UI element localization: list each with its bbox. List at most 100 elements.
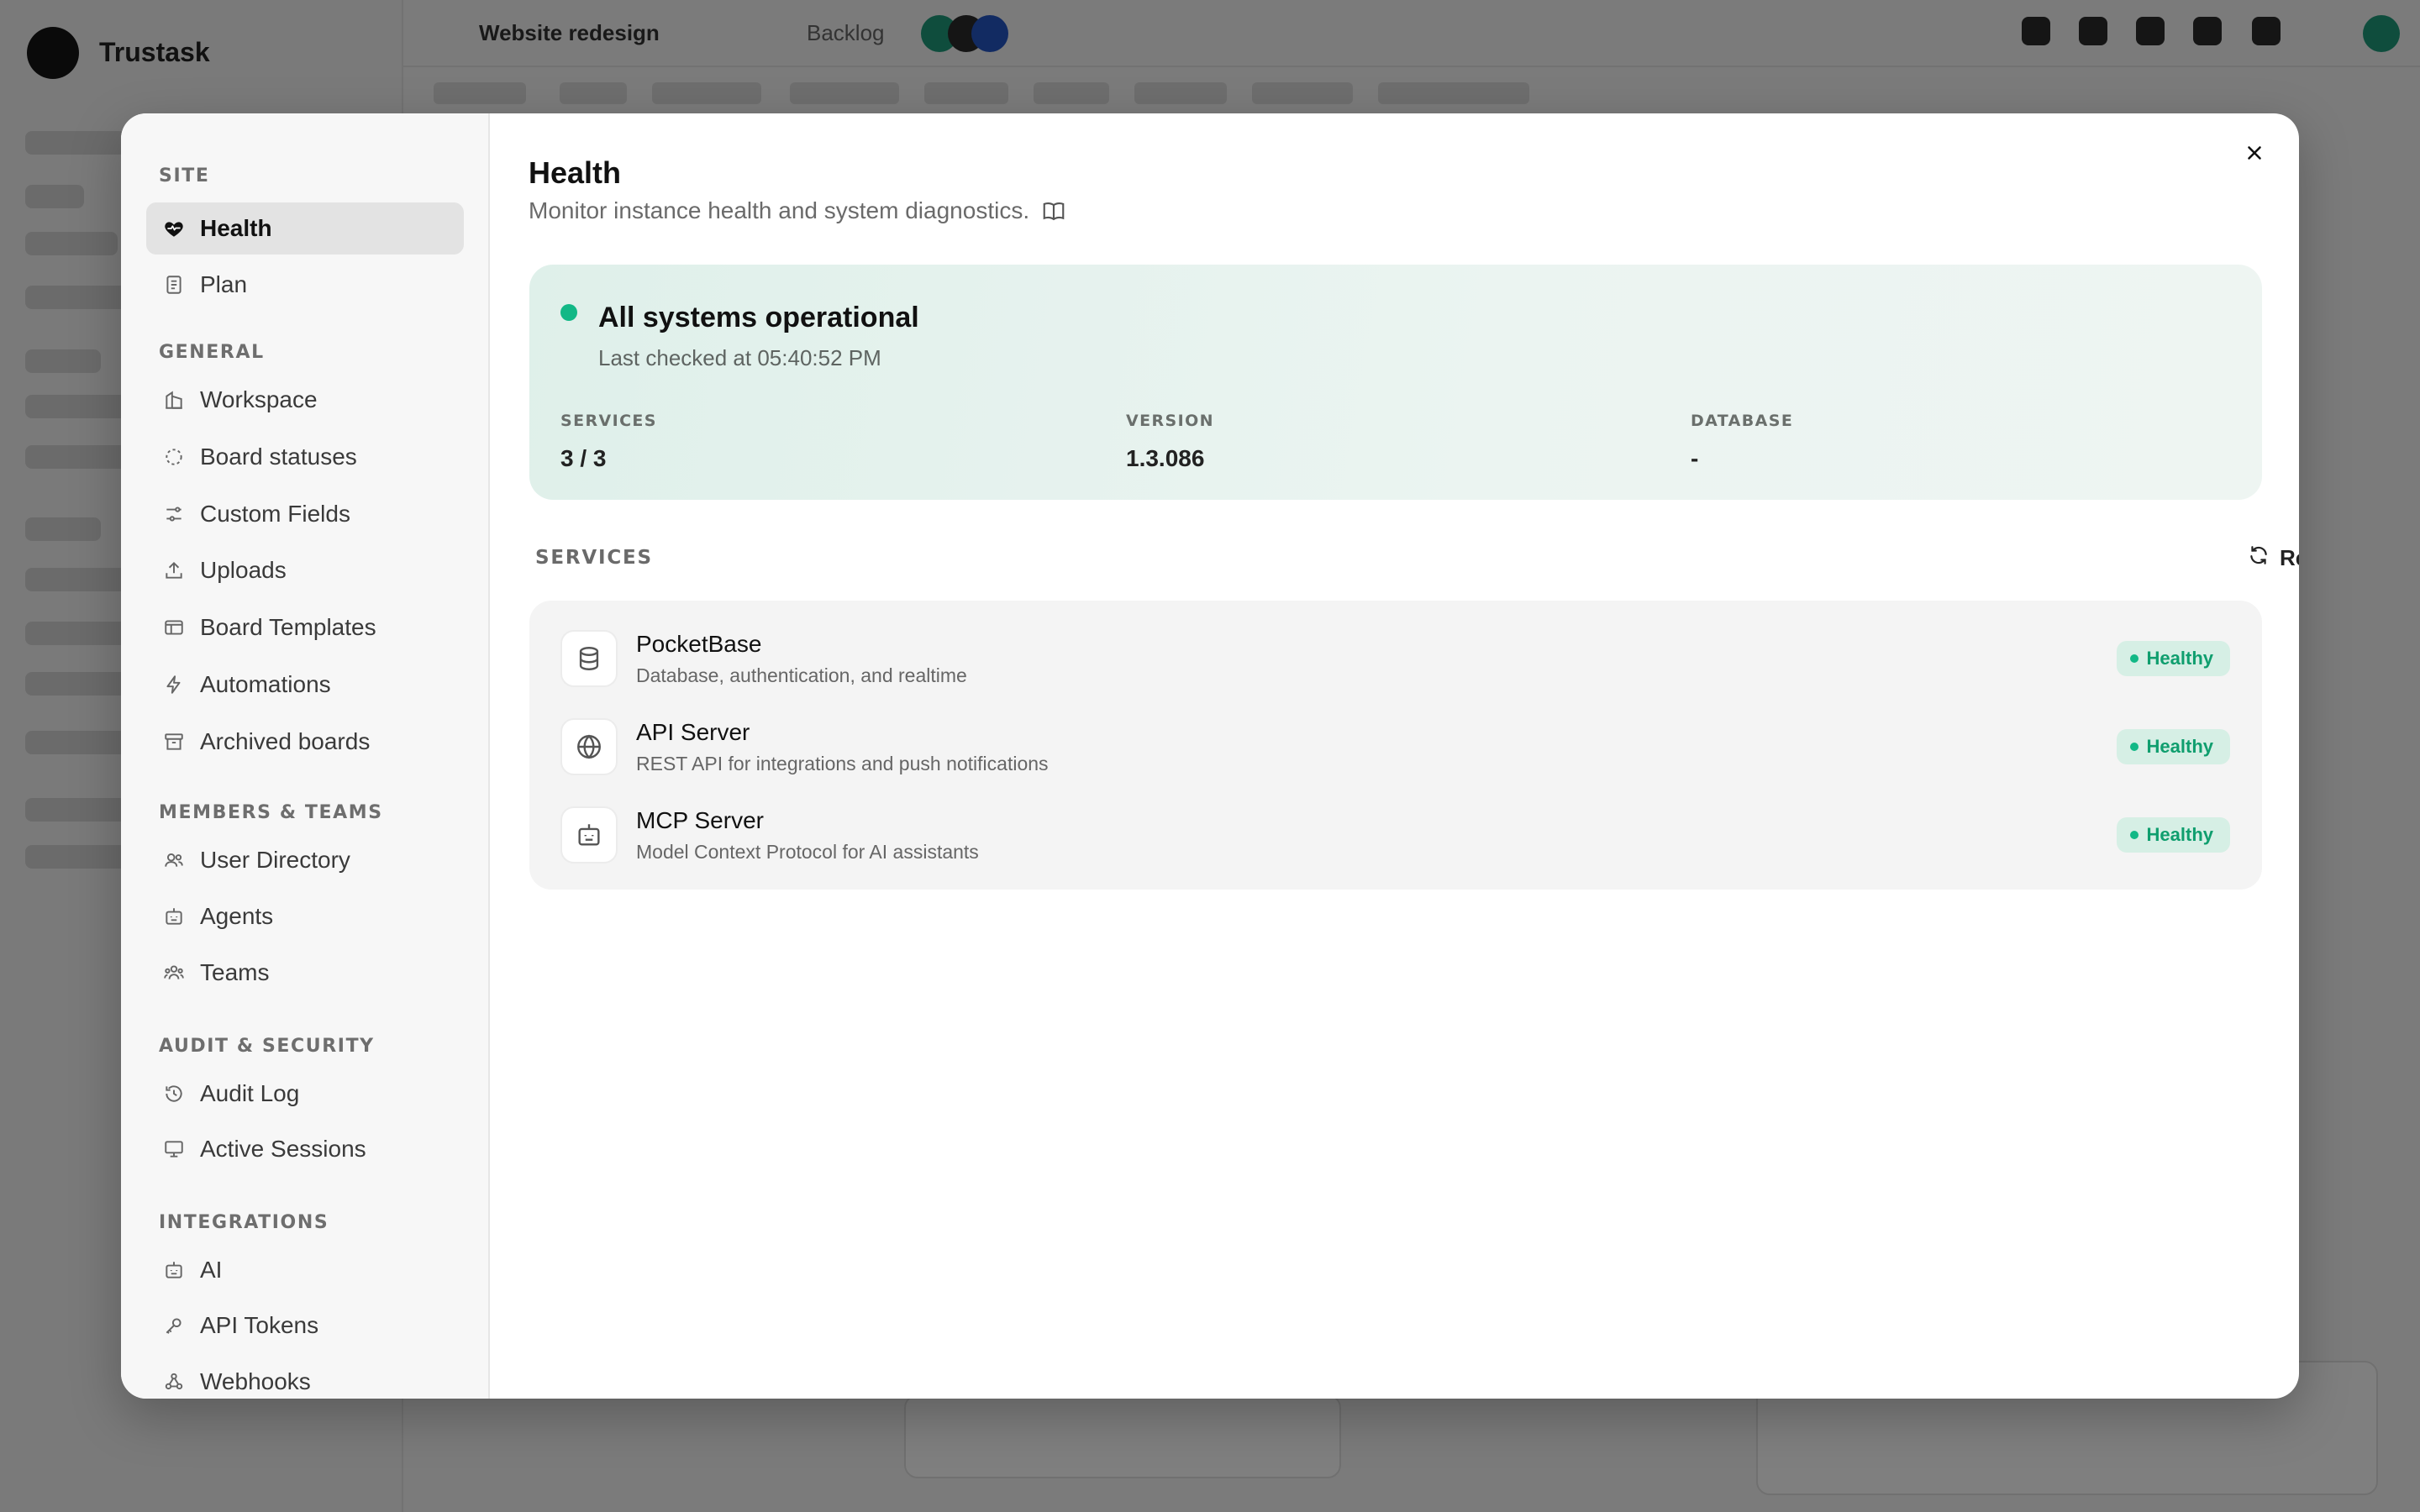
upload-icon [161,558,187,583]
last-checked: Last checked at 05:40:52 PM [598,345,881,370]
robot-icon [560,806,618,864]
database-icon [560,630,618,687]
status-badge: Healthy [2116,641,2230,676]
team-icon [161,960,187,985]
close-button[interactable] [2233,134,2275,176]
nav-item-board-templates[interactable]: Board Templates [146,601,464,654]
refresh-icon [2248,544,2270,572]
nav-item-workspace[interactable]: Workspace [146,374,464,426]
service-description: Database, authentication, and realtime [636,664,967,686]
nav-item-label: API Tokens [200,1312,319,1338]
nav-item-label: Audit Log [200,1080,300,1106]
nav-item-label: AI [200,1257,223,1283]
nav-item-agents[interactable]: Agents [146,890,464,942]
sliders-icon [161,501,187,527]
nav-item-archived-boards[interactable]: Archived boards [146,716,464,768]
nav-item-active-sessions[interactable]: Active Sessions [146,1123,464,1175]
nav-item-label: Health [200,215,272,241]
service-name: API Server [636,719,750,745]
services-heading: SERVICES [535,547,653,569]
nav-item-ai[interactable]: AI [146,1244,464,1296]
nav-item-label: Plan [200,271,248,297]
nav-section-members-teams: MEMBERS & TEAMS [159,802,383,823]
service-name: PocketBase [636,631,762,657]
globe-icon [560,718,618,775]
nav-item-label: User Directory [200,847,350,873]
nav-item-health[interactable]: Health [146,202,464,255]
robot-icon [161,1257,187,1283]
settings-sidebar: SITE Health Plan GENERAL Workspace Board… [121,113,490,1399]
nav-item-plan[interactable]: Plan [146,259,464,311]
stat-value: 1.3.086 [1126,445,1205,471]
settings-modal: SITE Health Plan GENERAL Workspace Board… [121,113,2299,1399]
nav-item-label: Webhooks [200,1368,311,1394]
page-title: Health [529,155,622,190]
nav-section-site: SITE [159,165,210,186]
status-badge-label: Healthy [2146,648,2213,669]
service-description: REST API for integrations and push notif… [636,753,1049,774]
history-icon [161,1081,187,1106]
nav-item-label: Agents [200,903,274,929]
service-row-mcp-server: MCP Server Model Context Protocol for AI… [529,794,2262,878]
nav-item-teams[interactable]: Teams [146,947,464,999]
status-badge-label: Healthy [2146,736,2213,757]
stat-value: - [1691,445,1699,471]
nav-item-label: Custom Fields [200,501,350,527]
heart-icon [161,216,187,241]
settings-content: Health Monitor instance health and syste… [492,113,2299,1399]
status-indicator [560,304,577,321]
page-description: Monitor instance health and system diagn… [529,197,1066,224]
monitor-icon [161,1137,187,1162]
nav-item-custom-fields[interactable]: Custom Fields [146,488,464,540]
nav-item-label: Archived boards [200,728,371,754]
book-icon[interactable] [1041,198,1066,223]
status-dot-icon [2129,743,2139,751]
status-badge-label: Healthy [2146,824,2213,845]
nav-item-audit-log[interactable]: Audit Log [146,1068,464,1120]
dashed-circle-icon [161,444,187,470]
status-badge: Healthy [2116,817,2230,853]
nav-item-label: Teams [200,959,270,985]
page-description-text: Monitor instance health and system diagn… [529,197,1030,223]
status-dot-icon [2129,654,2139,663]
stat-services: SERVICES 3 / 3 [560,412,657,472]
close-icon [2244,142,2265,168]
nav-section-general: GENERAL [159,342,265,363]
nav-item-webhooks[interactable]: Webhooks [146,1356,464,1399]
stat-label: SERVICES [560,412,657,430]
nav-item-label: Board statuses [200,444,357,470]
nav-section-integrations: INTEGRATIONS [159,1212,329,1233]
receipt-icon [161,272,187,297]
refresh-label: Refresh [2280,544,2299,570]
services-list: PocketBase Database, authentication, and… [529,601,2262,890]
stat-label: DATABASE [1691,412,1794,430]
nav-item-automations[interactable]: Automations [146,659,464,711]
stat-database: DATABASE - [1691,412,1793,472]
webhook-icon [161,1369,187,1394]
nav-item-user-directory[interactable]: User Directory [146,834,464,886]
status-title: All systems operational [598,302,919,333]
service-row-pocketbase: PocketBase Database, authentication, and… [529,617,2262,701]
lightning-icon [161,672,187,697]
building-icon [161,387,187,412]
template-icon [161,615,187,640]
nav-item-label: Uploads [200,557,287,583]
nav-item-label: Board Templates [200,614,376,640]
stat-version: VERSION 1.3.086 [1126,412,1214,472]
nav-item-label: Automations [200,671,331,697]
nav-item-label: Workspace [200,386,318,412]
service-row-api-server: API Server REST API for integrations and… [529,706,2262,790]
key-icon [161,1313,187,1338]
refresh-button[interactable]: Refresh [2248,533,2299,582]
stat-label: VERSION [1126,412,1214,430]
nav-item-uploads[interactable]: Uploads [146,544,464,596]
stat-value: 3 / 3 [560,445,607,471]
nav-section-audit-security: AUDIT & SECURITY [159,1036,375,1057]
nav-item-board-statuses[interactable]: Board statuses [146,431,464,483]
robot-icon [161,904,187,929]
nav-item-api-tokens[interactable]: API Tokens [146,1299,464,1352]
archive-icon [161,729,187,754]
users-icon [161,848,187,873]
service-description: Model Context Protocol for AI assistants [636,841,979,863]
status-dot-icon [2129,831,2139,839]
